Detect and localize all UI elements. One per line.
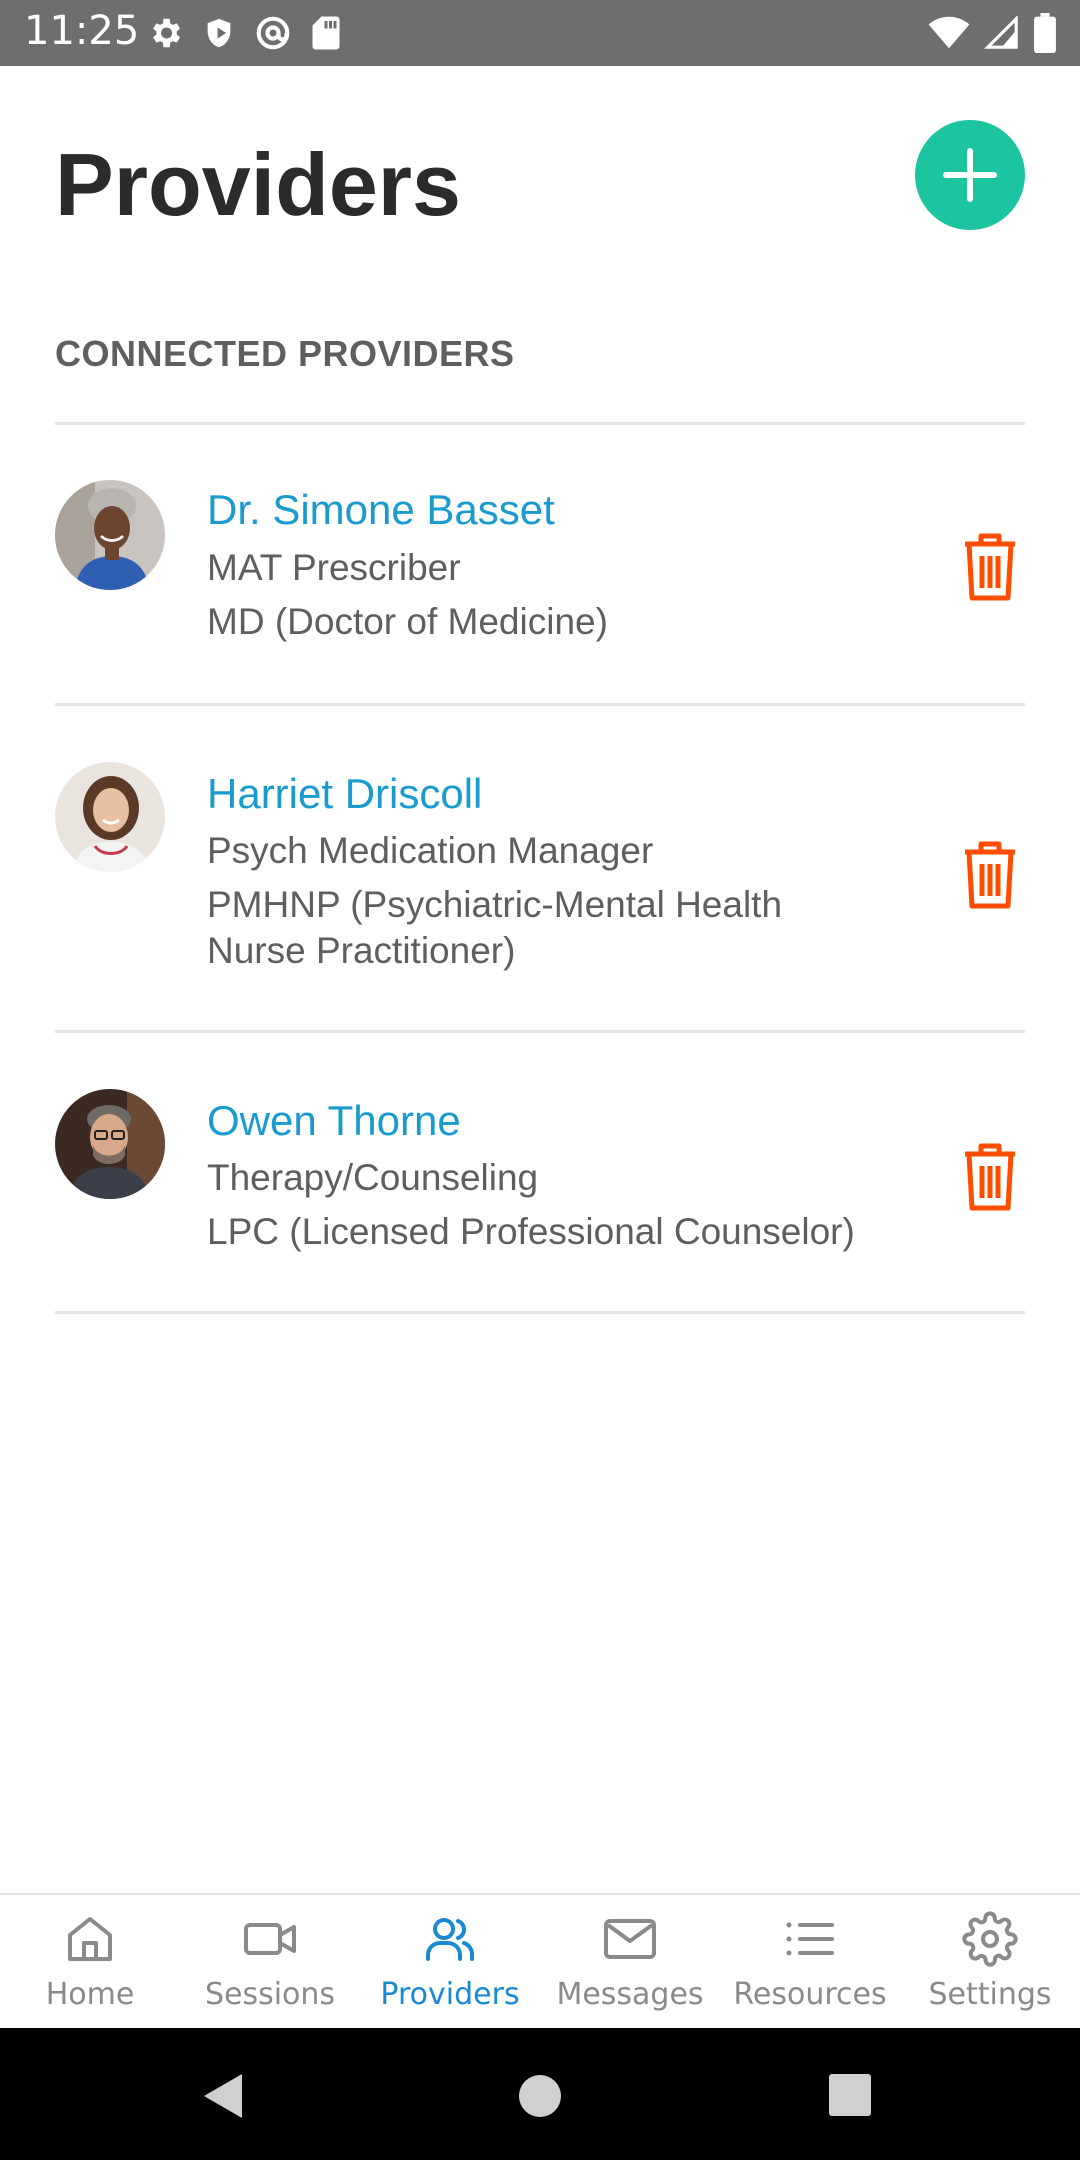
- home-icon: [68, 1917, 112, 1961]
- trash-icon: [965, 841, 1015, 908]
- provider-name[interactable]: Dr. Simone Basset: [207, 485, 555, 535]
- provider-row[interactable]: Dr. Simone Basset MAT Prescriber MD (Doc…: [55, 425, 1025, 703]
- nav-label: Messages: [556, 1977, 704, 2012]
- status-system-icons: [928, 12, 1056, 54]
- provider-role: Therapy/Counseling: [207, 1157, 539, 1198]
- bottom-nav: Home Sessions Providers Messages Resourc…: [0, 1893, 1080, 2030]
- nav-item-messages[interactable]: Messages: [540, 1895, 720, 2030]
- wifi-icon: [928, 16, 970, 49]
- provider-name[interactable]: Owen Thorne: [207, 1096, 461, 1146]
- nav-item-resources[interactable]: Resources: [720, 1895, 900, 2030]
- delete-provider-button[interactable]: [955, 528, 1025, 608]
- video-icon: [244, 1923, 296, 1955]
- provider-role: Psych Medication Manager: [207, 830, 654, 871]
- provider-avatar: [55, 1089, 165, 1199]
- shield-status-icon: [207, 18, 231, 48]
- nav-label: Providers: [380, 1977, 520, 2012]
- nav-item-sessions[interactable]: Sessions: [180, 1895, 360, 2030]
- delete-provider-button[interactable]: [955, 1138, 1025, 1218]
- divider: [55, 1311, 1025, 1314]
- trash-icon: [965, 533, 1015, 600]
- battery-icon: [1034, 13, 1056, 53]
- settings-status-icon: [153, 18, 181, 48]
- nav-label: Resources: [733, 1977, 887, 2012]
- nav-item-providers[interactable]: Providers: [360, 1895, 540, 2030]
- gear-icon: [962, 1911, 1018, 1967]
- status-notification-icons: [146, 12, 342, 54]
- delete-provider-button[interactable]: [955, 836, 1025, 916]
- users-icon: [426, 1918, 474, 1961]
- provider-avatar: [55, 762, 165, 872]
- nav-label: Sessions: [204, 1977, 336, 2012]
- page-title: Providers: [55, 135, 461, 234]
- section-heading: CONNECTED PROVIDERS: [55, 333, 515, 374]
- at-sign-status-icon: [256, 16, 290, 50]
- sd-card-status-icon: [312, 16, 340, 50]
- add-provider-button[interactable]: [915, 120, 1025, 230]
- provider-avatar: [55, 480, 165, 590]
- provider-name[interactable]: Harriet Driscoll: [207, 769, 482, 819]
- trash-icon: [965, 1143, 1015, 1210]
- recents-icon[interactable]: [829, 2074, 871, 2116]
- back-icon[interactable]: [202, 2072, 246, 2120]
- status-time: 11:25: [24, 8, 140, 54]
- nav-label: Home: [45, 1977, 135, 2012]
- list-icon: [786, 1922, 834, 1956]
- provider-credential: MD (Doctor of Medicine): [207, 601, 608, 642]
- home-circle-icon[interactable]: [518, 2074, 562, 2118]
- plus-icon: [943, 148, 997, 202]
- provider-credential: PMHNP (Psychiatric-Mental Health Nurse P…: [207, 884, 783, 971]
- provider-row[interactable]: Owen Thorne Therapy/Counseling LPC (Lice…: [55, 1033, 1025, 1311]
- nav-item-home[interactable]: Home: [0, 1895, 180, 2030]
- mail-icon: [604, 1919, 656, 1959]
- nav-label: Settings: [928, 1977, 1052, 2012]
- nav-item-settings[interactable]: Settings: [900, 1895, 1080, 2030]
- status-bar: 11:25: [0, 0, 1080, 66]
- provider-row[interactable]: Harriet Driscoll Psych Medication Manage…: [55, 706, 1025, 1031]
- system-nav-bar: [0, 2028, 1080, 2160]
- cell-signal-icon: [984, 16, 1018, 49]
- provider-role: MAT Prescriber: [207, 547, 461, 588]
- provider-credential: LPC (Licensed Professional Counselor): [207, 1211, 855, 1252]
